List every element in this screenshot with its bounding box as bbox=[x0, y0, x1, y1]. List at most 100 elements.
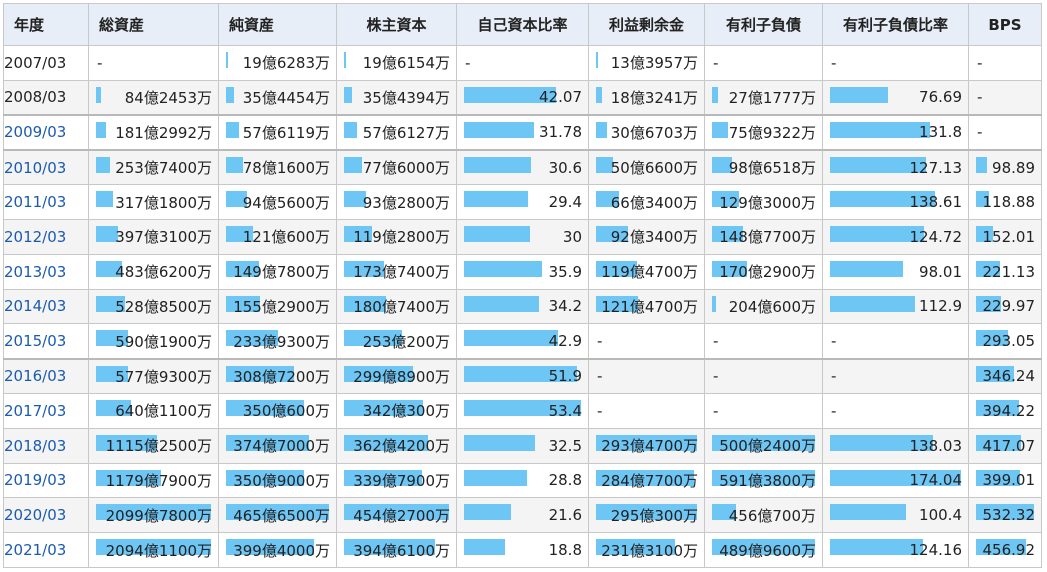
col-header-shareholders-equity[interactable]: 株主資本 bbox=[336, 3, 457, 46]
cell-value: 93億2800万 bbox=[362, 193, 450, 212]
cell-value: 30億6703万 bbox=[610, 123, 698, 142]
year-link[interactable]: 2021/03 bbox=[3, 532, 89, 568]
cell-value: 119億4700万 bbox=[601, 263, 698, 282]
table-row: 2011/03 317億1800万 94億5600万 93億2800万 29.4 66億3… bbox=[3, 184, 1042, 220]
col-header-bps[interactable]: BPS bbox=[968, 3, 1042, 46]
cell-bps: 456.92 bbox=[968, 532, 1042, 568]
year-link[interactable]: 2010/03 bbox=[3, 148, 89, 186]
cell-net-assets: 35億4454万 bbox=[218, 79, 337, 116]
cell-net-assets: 155億2900万 bbox=[218, 288, 337, 325]
table-row: 2018/03 1115億2500万 374億7000万 362億4200万 32.5 2… bbox=[3, 427, 1042, 464]
table-header-row: 年度 総資産 純資産 株主資本 自己資本比率 利益剰余金 有利子負債 有利子負債… bbox=[3, 3, 1042, 46]
year-link[interactable]: 2012/03 bbox=[3, 218, 89, 255]
cell-shareholders-equity: 19億6154万 bbox=[336, 45, 457, 81]
year-link[interactable]: 2018/03 bbox=[3, 427, 89, 464]
table-row: 2007/03-19億6283万 19億6154万 -13億3957万 - - - bbox=[3, 45, 1042, 81]
cell-retained-earnings: 30億6703万 bbox=[588, 114, 705, 151]
cell-value: 66億3400万 bbox=[610, 193, 698, 212]
cell-retained-earnings: 66億3400万 bbox=[588, 184, 705, 220]
cell-value: 339億7900万 bbox=[353, 471, 450, 490]
cell-value: 233億9300万 bbox=[233, 332, 330, 351]
cell-total-assets: 2099億7800万 bbox=[88, 497, 219, 534]
cell-interest-bearing-debt: 456億700万 bbox=[704, 497, 823, 534]
col-header-net-assets[interactable]: 純資産 bbox=[218, 3, 337, 46]
cell-total-assets: 317億1800万 bbox=[88, 184, 219, 220]
cell-value: - bbox=[97, 53, 103, 72]
financial-table: 年度 総資産 純資産 株主資本 自己資本比率 利益剰余金 有利子負債 有利子負債… bbox=[3, 3, 1042, 568]
cell-net-assets: 233億9300万 bbox=[218, 323, 337, 360]
cell-value: 2094億1100万 bbox=[105, 541, 212, 560]
cell-interest-bearing-debt: 591億3800万 bbox=[704, 462, 823, 499]
cell-shareholders-equity: 454億2700万 bbox=[336, 497, 457, 534]
year-link[interactable]: 2015/03 bbox=[3, 323, 89, 360]
cell-debt-ratio: 174.04 bbox=[822, 462, 969, 499]
cell-equity-ratio: 42.07 bbox=[456, 79, 589, 116]
year-link[interactable]: 2019/03 bbox=[3, 462, 89, 499]
cell-value: 394.22 bbox=[982, 401, 1036, 420]
cell-value: 84億2453万 bbox=[124, 88, 212, 107]
cell-value: 640億1100万 bbox=[115, 402, 212, 421]
cell-equity-ratio: 35.9 bbox=[456, 253, 589, 290]
cell-shareholders-equity: 342億300万 bbox=[336, 392, 457, 429]
cell-interest-bearing-debt: 170億2900万 bbox=[704, 253, 823, 290]
col-header-debt-ratio[interactable]: 有利子負債比率 bbox=[822, 3, 969, 46]
cell-equity-ratio: 51.9 bbox=[456, 357, 589, 394]
col-header-year[interactable]: 年度 bbox=[3, 3, 89, 46]
cell-value: 92億3400万 bbox=[610, 228, 698, 247]
year-link[interactable]: 2011/03 bbox=[3, 184, 89, 220]
col-header-total-assets[interactable]: 総資産 bbox=[88, 3, 219, 46]
cell-value: 221.13 bbox=[982, 262, 1036, 281]
cell-retained-earnings: 284億7700万 bbox=[588, 462, 705, 499]
cell-equity-ratio: 18.8 bbox=[456, 532, 589, 568]
cell-value: 42.07 bbox=[539, 88, 582, 107]
cell-bps: 98.89 bbox=[968, 148, 1042, 186]
cell-debt-ratio: 98.01 bbox=[822, 253, 969, 290]
col-header-interest-bearing-debt[interactable]: 有利子負債 bbox=[704, 3, 823, 46]
year-link[interactable]: 2016/03 bbox=[3, 357, 89, 394]
cell-shareholders-equity: 339億7900万 bbox=[336, 462, 457, 499]
cell-value: 590億1900万 bbox=[115, 332, 212, 351]
cell-debt-ratio: 138.03 bbox=[822, 427, 969, 464]
cell-value: 35.9 bbox=[548, 262, 582, 281]
cell-net-assets: 19億6283万 bbox=[218, 45, 337, 81]
cell-total-assets: 181億2992万 bbox=[88, 114, 219, 151]
col-header-retained-earnings[interactable]: 利益剰余金 bbox=[588, 3, 705, 46]
cell-value: 112.9 bbox=[919, 297, 962, 316]
cell-value: 98億6518万 bbox=[728, 159, 816, 178]
cell-value: 98.01 bbox=[919, 262, 962, 281]
cell-value: 127.13 bbox=[909, 158, 963, 177]
financial-table-container: 年度 総資産 純資産 株主資本 自己資本比率 利益剰余金 有利子負債 有利子負債… bbox=[3, 3, 1046, 571]
cell-value: 149億7800万 bbox=[233, 263, 330, 282]
cell-retained-earnings: 50億6600万 bbox=[588, 148, 705, 186]
year-cell: 2008/03 bbox=[3, 79, 89, 116]
cell-value: 456億700万 bbox=[728, 506, 816, 525]
cell-value: 181億2992万 bbox=[115, 123, 212, 142]
year-link[interactable]: 2013/03 bbox=[3, 253, 89, 290]
cell-retained-earnings: 293億4700万 bbox=[588, 427, 705, 464]
year-link[interactable]: 2014/03 bbox=[3, 288, 89, 325]
cell-value: 121億600万 bbox=[242, 228, 330, 247]
col-header-equity-ratio[interactable]: 自己資本比率 bbox=[456, 3, 589, 46]
cell-value: 417.07 bbox=[982, 436, 1036, 455]
cell-value: 18億3241万 bbox=[610, 88, 698, 107]
year-link[interactable]: 2017/03 bbox=[3, 392, 89, 429]
cell-bps: - bbox=[968, 114, 1042, 151]
year-link[interactable]: 2009/03 bbox=[3, 114, 89, 151]
cell-value: 299億8900万 bbox=[353, 367, 450, 386]
cell-value: 100.4 bbox=[919, 506, 962, 525]
year-link[interactable]: 2020/03 bbox=[3, 497, 89, 534]
cell-debt-ratio: - bbox=[822, 323, 969, 360]
cell-value: 532.32 bbox=[982, 506, 1036, 525]
cell-value: 42.9 bbox=[548, 332, 582, 351]
cell-value: 231億3100万 bbox=[601, 541, 698, 560]
cell-debt-ratio: - bbox=[822, 45, 969, 81]
table-row: 2021/03 2094億1100万 399億4000万 394億6100万 18.8 2… bbox=[3, 532, 1042, 568]
cell-value: 397億3100万 bbox=[115, 228, 212, 247]
table-row: 2015/03 590億1900万 233億9300万 253億200万 42.9- - -… bbox=[3, 323, 1042, 360]
cell-equity-ratio: 21.6 bbox=[456, 497, 589, 534]
cell-value: 98.89 bbox=[992, 158, 1035, 177]
table-row: 2020/03 2099億7800万 465億6500万 454億2700万 21.6 2… bbox=[3, 497, 1042, 534]
cell-value: 57億6119万 bbox=[242, 123, 330, 142]
cell-equity-ratio: 53.4 bbox=[456, 392, 589, 429]
cell-value: 32.5 bbox=[548, 436, 582, 455]
